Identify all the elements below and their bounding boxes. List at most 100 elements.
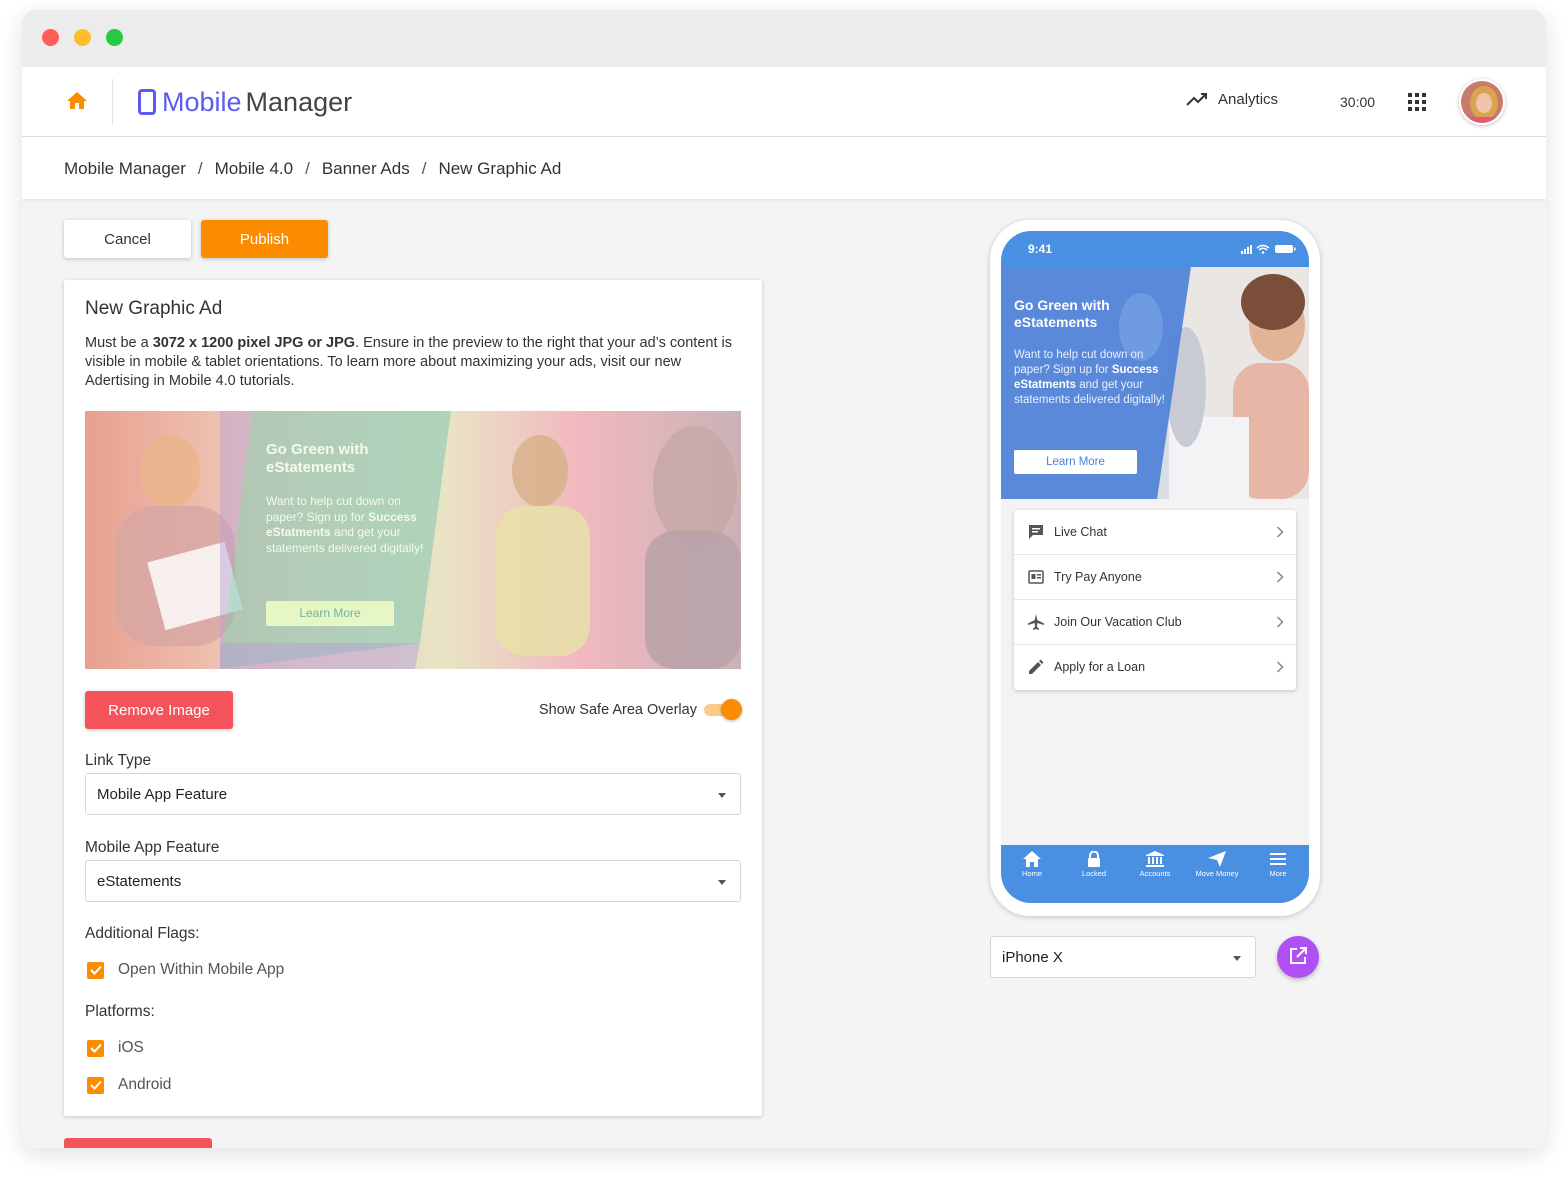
mobile-app-feature-label: Mobile App Feature <box>85 839 220 856</box>
banner-learn-more-button: Learn More <box>266 601 394 626</box>
device-select[interactable]: iPhone X <box>990 936 1256 978</box>
close-window-button[interactable] <box>42 29 59 46</box>
trending-up-icon <box>1186 92 1207 106</box>
lock-icon <box>1088 851 1100 867</box>
analytics-link[interactable]: Analytics <box>1186 91 1278 108</box>
user-avatar[interactable] <box>1459 79 1505 125</box>
browser-window: Mobile Manager Analytics 30:00 Mobile Ma… <box>22 10 1546 1148</box>
breadcrumb-item-mobile-manager[interactable]: Mobile Manager <box>64 159 186 179</box>
platforms-label: Platforms: <box>85 1003 155 1020</box>
checkbox-checked[interactable] <box>87 1039 104 1057</box>
tab-move-money[interactable]: Move Money <box>1187 851 1247 878</box>
logo-text-manager: Manager <box>245 86 353 117</box>
menu-item-label: Join Our Vacation Club <box>1054 615 1182 629</box>
open-preview-button[interactable] <box>1277 936 1319 978</box>
chevron-down-icon <box>718 880 726 885</box>
analytics-label: Analytics <box>1218 91 1279 108</box>
tab-home[interactable]: Home <box>1002 851 1062 878</box>
menu-item-live-chat[interactable]: Live Chat <box>1014 510 1296 555</box>
cancel-button[interactable]: Cancel <box>64 220 191 258</box>
breadcrumb-separator: / <box>197 159 203 178</box>
home-icon[interactable] <box>65 89 89 113</box>
chevron-right-icon <box>1276 616 1284 628</box>
checkmark-icon <box>89 1080 102 1090</box>
menu-icon <box>1270 853 1286 865</box>
menu-item-vacation-club[interactable]: Join Our Vacation Club <box>1014 600 1296 645</box>
pencil-icon <box>1029 659 1044 674</box>
tab-more[interactable]: More <box>1248 851 1308 878</box>
link-type-value: Mobile App Feature <box>97 786 228 803</box>
tab-accounts[interactable]: Accounts <box>1125 851 1185 878</box>
tab-locked[interactable]: Locked <box>1064 851 1124 878</box>
mobile-phone-icon <box>138 89 156 115</box>
desc-prefix: Must be a <box>85 335 153 351</box>
phone-menu-card: Live Chat Try Pay Anyone Join Our Vacati… <box>1014 510 1296 690</box>
avatar-image <box>1461 81 1503 123</box>
phone-status-time: 9:41 <box>1028 242 1053 256</box>
pay-anyone-icon <box>1028 570 1044 584</box>
safe-area-overlay-toggle-knob[interactable] <box>721 699 742 720</box>
chevron-down-icon <box>1233 956 1241 961</box>
link-type-select[interactable]: Mobile App Feature <box>85 773 741 815</box>
flag-open-within-app[interactable]: Open Within Mobile App <box>87 961 284 979</box>
tab-label: Move Money <box>1195 869 1239 878</box>
minimize-window-button[interactable] <box>74 29 91 46</box>
bank-icon <box>1146 851 1164 867</box>
menu-item-apply-loan[interactable]: Apply for a Loan <box>1014 645 1296 690</box>
link-type-label: Link Type <box>85 752 152 769</box>
banner-body: Want to help cut down on paper? Sign up … <box>266 494 436 556</box>
logo-text-mobile: Mobile <box>162 86 242 117</box>
platform-ios[interactable]: iOS <box>87 1039 144 1057</box>
status-icons <box>1241 244 1296 254</box>
header-divider <box>112 79 113 125</box>
checkbox-checked[interactable] <box>87 961 104 979</box>
banner-image-preview: Go Green with eStatements Want to help c… <box>85 411 741 669</box>
chevron-right-icon <box>1276 661 1284 673</box>
additional-flags-label: Additional Flags: <box>85 925 200 942</box>
desc-size-requirement: 3072 x 1200 pixel JPG or JPG <box>152 335 356 351</box>
breadcrumb-item-banner-ads[interactable]: Banner Ads <box>322 159 410 179</box>
checkmark-icon <box>89 1043 102 1053</box>
flag-label: Open Within Mobile App <box>118 961 285 978</box>
menu-item-label: Apply for a Loan <box>1054 660 1146 674</box>
breadcrumb-item-current: New Graphic Ad <box>438 159 562 178</box>
phone-banner-body: Want to help cut down on paper? Sign up … <box>1014 348 1174 408</box>
session-timer: 30:00 <box>1340 94 1376 110</box>
partial-button-below[interactable] <box>64 1138 212 1148</box>
banner-headline: Go Green with eStatements <box>266 441 369 476</box>
apps-grid-icon[interactable] <box>1408 93 1426 111</box>
mobile-app-feature-select[interactable]: eStatements <box>85 860 741 902</box>
send-icon <box>1208 851 1226 867</box>
app-logo[interactable]: Mobile Manager <box>138 82 352 122</box>
menu-item-label: Live Chat <box>1054 525 1107 539</box>
tab-label: Accounts <box>1139 869 1171 878</box>
mobile-app-feature-value: eStatements <box>97 873 182 890</box>
phone-banner-ad[interactable]: Go Green with eStatements Want to help c… <box>1001 267 1309 499</box>
phone-banner-headline: Go Green with eStatements <box>1014 297 1110 330</box>
breadcrumb-bar: Mobile Manager / Mobile 4.0 / Banner Ads… <box>22 137 1546 199</box>
chat-icon <box>1029 525 1043 539</box>
checkbox-checked[interactable] <box>87 1076 104 1094</box>
maximize-window-button[interactable] <box>106 29 123 46</box>
phone-learn-more-button[interactable]: Learn More <box>1014 450 1137 474</box>
breadcrumb-item-mobile-4[interactable]: Mobile 4.0 <box>215 159 293 179</box>
publish-button[interactable]: Publish <box>201 220 328 258</box>
chevron-right-icon <box>1276 571 1284 583</box>
platform-android[interactable]: Android <box>87 1076 171 1094</box>
open-external-icon <box>1290 946 1307 964</box>
checkmark-icon <box>89 965 102 975</box>
platform-label: iOS <box>118 1039 144 1056</box>
home-icon <box>1023 851 1041 867</box>
phone-preview-frame: 9:41 Go Green with eStatements Want to h… <box>990 220 1320 916</box>
app-header: Mobile Manager Analytics 30:00 <box>22 67 1546 137</box>
window-titlebar <box>22 10 1546 67</box>
phone-tab-bar: Home Locked Accounts Move Money More <box>1001 845 1309 903</box>
ad-form-card: New Graphic Ad Must be a 3072 x 1200 pix… <box>64 280 762 1116</box>
chevron-right-icon <box>1276 526 1284 538</box>
safe-area-overlay-label: Show Safe Area Overlay <box>539 702 697 718</box>
tab-label: More <box>1269 869 1287 878</box>
tab-label: Home <box>1021 869 1042 878</box>
remove-image-button[interactable]: Remove Image <box>85 691 233 729</box>
airplane-icon <box>1028 614 1044 630</box>
menu-item-try-pay-anyone[interactable]: Try Pay Anyone <box>1014 555 1296 600</box>
